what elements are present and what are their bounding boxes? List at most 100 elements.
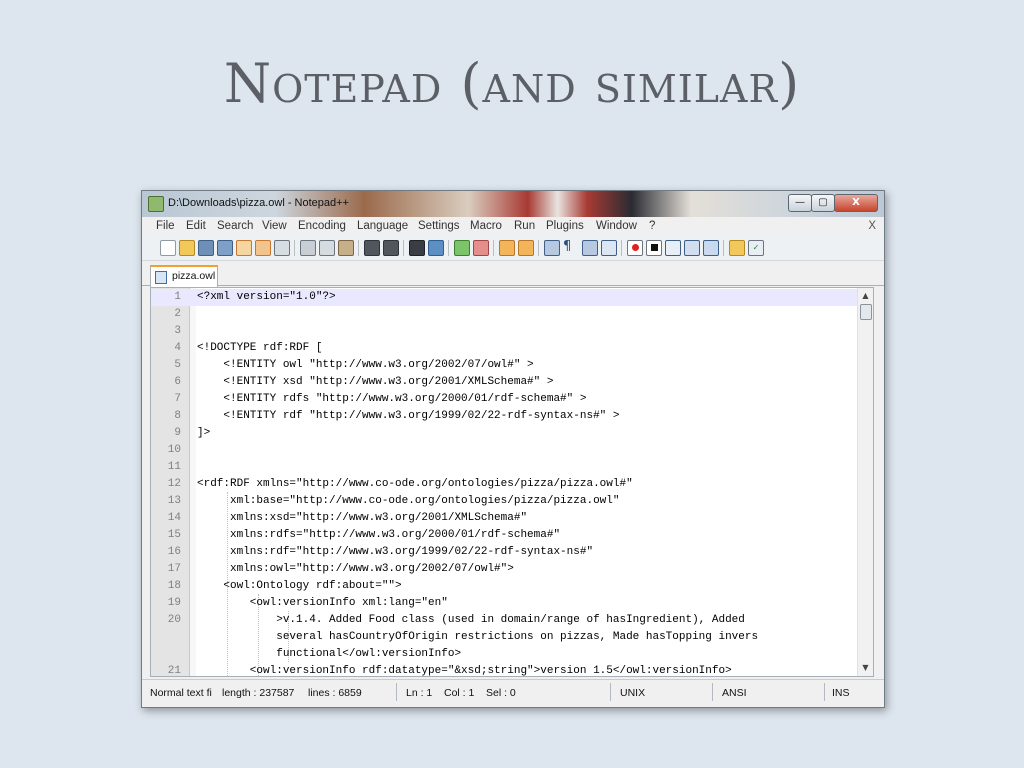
line-number: 1 <box>174 291 181 303</box>
fold-margin <box>190 288 196 676</box>
close-button[interactable]: X <box>834 194 878 212</box>
toolbar: ¶ ✓ <box>142 236 884 261</box>
close-icon[interactable] <box>236 240 252 256</box>
copy-icon[interactable] <box>319 240 335 256</box>
code-line[interactable]: functional</owl:versionInfo> <box>197 646 873 663</box>
tab-pizza-owl[interactable]: pizza.owl <box>150 265 218 287</box>
code-line[interactable]: xmlns:rdfs="http://www.w3.org/2000/01/rd… <box>197 527 873 544</box>
launch-browser-icon[interactable] <box>729 240 745 256</box>
replace-icon[interactable] <box>428 240 444 256</box>
menu-run[interactable]: Run <box>514 220 535 232</box>
menu-search[interactable]: Search <box>217 220 253 232</box>
minimize-button[interactable]: — <box>788 194 812 212</box>
line-number: 4 <box>174 342 181 354</box>
save-macro-icon[interactable] <box>703 240 719 256</box>
menu-encoding[interactable]: Encoding <box>298 220 346 232</box>
line-number: 6 <box>174 376 181 388</box>
play-macro-icon[interactable] <box>665 240 681 256</box>
zoom-in-icon[interactable] <box>454 240 470 256</box>
close-document-button[interactable]: X <box>868 220 876 232</box>
save-all-icon[interactable] <box>217 240 233 256</box>
code-area[interactable]: <?xml version="1.0"?> <!DOCTYPE rdf:RDF [… <box>151 288 873 676</box>
code-line[interactable]: xml:base="http://www.co-ode.org/ontologi… <box>197 493 873 510</box>
line-number: 17 <box>167 563 181 575</box>
line-number: 12 <box>167 478 181 490</box>
spell-check-icon[interactable]: ✓ <box>748 240 764 256</box>
line-number: 5 <box>174 359 181 371</box>
code-line[interactable]: <!ENTITY rdfs "http://www.w3.org/2000/01… <box>197 391 873 408</box>
menu-settings[interactable]: Settings <box>418 220 460 232</box>
run-macro-multiple-icon[interactable] <box>684 240 700 256</box>
menu-file[interactable]: File <box>156 220 175 232</box>
scroll-up-icon[interactable]: ▲ <box>858 288 873 303</box>
toolbar-separator <box>723 240 724 256</box>
status-ln: Ln : 1 <box>406 687 433 699</box>
scroll-down-icon[interactable]: ▼ <box>858 660 873 675</box>
menu-language[interactable]: Language <box>357 220 408 232</box>
menu-plugins[interactable]: Plugins <box>546 220 584 232</box>
maximize-button[interactable]: ▢ <box>811 194 835 212</box>
status-separator <box>610 683 611 701</box>
window-title: D:\Downloads\pizza.owl - Notepad++ <box>168 197 349 209</box>
line-number: 10 <box>167 444 181 456</box>
new-file-icon[interactable] <box>160 240 176 256</box>
editor[interactable]: <?xml version="1.0"?> <!DOCTYPE rdf:RDF [… <box>150 287 874 677</box>
zoom-out-icon[interactable] <box>473 240 489 256</box>
menu-window[interactable]: Window <box>596 220 637 232</box>
code-line[interactable]: xmlns:xsd="http://www.w3.org/2001/XMLSch… <box>197 510 873 527</box>
sync-horizontal-icon[interactable] <box>518 240 534 256</box>
stop-record-icon[interactable] <box>646 240 662 256</box>
code-line[interactable]: <owl:Ontology rdf:about=""> <box>197 578 873 595</box>
code-line[interactable]: <!DOCTYPE rdf:RDF [ <box>197 340 873 357</box>
status-sel: Sel : 0 <box>486 687 516 699</box>
indent-guide-icon[interactable] <box>582 240 598 256</box>
menu-macro[interactable]: Macro <box>470 220 502 232</box>
undo-icon[interactable] <box>364 240 380 256</box>
code-line[interactable] <box>197 459 873 476</box>
code-line[interactable]: <!ENTITY owl "http://www.w3.org/2002/07/… <box>197 357 873 374</box>
code-line[interactable]: >v.1.4. Added Food class (used in domain… <box>197 612 873 629</box>
line-number: 13 <box>167 495 181 507</box>
close-all-icon[interactable] <box>255 240 271 256</box>
sync-vertical-icon[interactable] <box>499 240 515 256</box>
line-number: 14 <box>167 512 181 524</box>
code-line[interactable]: xmlns:rdf="http://www.w3.org/1999/02/22-… <box>197 544 873 561</box>
notepadpp-window: D:\Downloads\pizza.owl - Notepad++ — ▢ X… <box>141 190 885 708</box>
toolbar-separator <box>358 240 359 256</box>
word-wrap-icon[interactable] <box>544 240 560 256</box>
save-icon[interactable] <box>198 240 214 256</box>
toolbar-separator <box>294 240 295 256</box>
print-icon[interactable] <box>274 240 290 256</box>
code-line[interactable]: <rdf:RDF xmlns="http://www.co-ode.org/on… <box>197 476 873 493</box>
record-macro-icon[interactable] <box>627 240 643 256</box>
status-lines: lines : 6859 <box>308 687 362 699</box>
code-line[interactable]: <?xml version="1.0"?> <box>151 289 873 306</box>
menu-view[interactable]: View <box>262 220 287 232</box>
scroll-thumb[interactable] <box>860 304 872 320</box>
line-number: 19 <box>167 597 181 609</box>
vertical-scrollbar[interactable]: ▲ ▼ <box>857 288 873 676</box>
open-file-icon[interactable] <box>179 240 195 256</box>
menu-edit[interactable]: Edit <box>186 220 206 232</box>
show-all-chars-icon[interactable]: ¶ <box>563 240 577 254</box>
code-line[interactable]: several hasCountryOfOrigin restrictions … <box>197 629 873 646</box>
redo-icon[interactable] <box>383 240 399 256</box>
code-line[interactable] <box>197 323 873 340</box>
menu-help[interactable]: ? <box>649 220 655 232</box>
code-line[interactable]: <!ENTITY xsd "http://www.w3.org/2001/XML… <box>197 374 873 391</box>
find-icon[interactable] <box>409 240 425 256</box>
code-line[interactable]: <owl:versionInfo xml:lang="en" <box>197 595 873 612</box>
paste-icon[interactable] <box>338 240 354 256</box>
cut-icon[interactable] <box>300 240 316 256</box>
line-number: 15 <box>167 529 181 541</box>
code-line[interactable]: xmlns:owl="http://www.w3.org/2002/07/owl… <box>197 561 873 578</box>
code-line[interactable] <box>197 442 873 459</box>
notepadpp-app-icon <box>148 196 164 212</box>
code-line[interactable] <box>197 306 873 323</box>
code-line[interactable]: ]> <box>197 425 873 442</box>
code-line[interactable]: <owl:versionInfo rdf:datatype="&xsd;stri… <box>197 663 873 676</box>
code-line[interactable]: <!ENTITY rdf "http://www.w3.org/1999/02/… <box>197 408 873 425</box>
title-bar[interactable]: D:\Downloads\pizza.owl - Notepad++ — ▢ X <box>142 191 884 217</box>
doc-map-icon[interactable] <box>601 240 617 256</box>
status-separator <box>396 683 397 701</box>
